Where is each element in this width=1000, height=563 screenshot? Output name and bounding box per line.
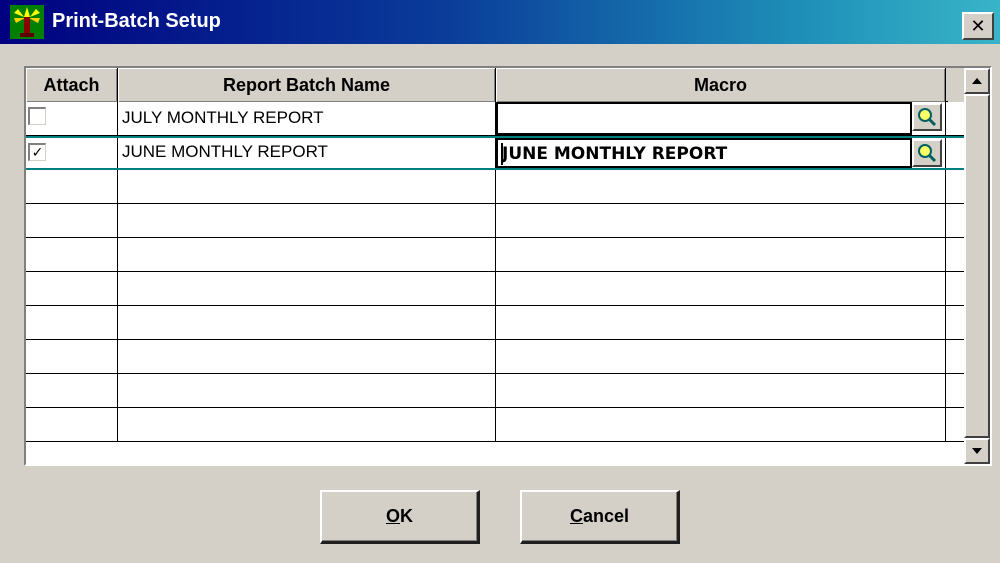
macro-lookup-button[interactable] <box>912 139 942 167</box>
attach-cell[interactable] <box>26 238 118 271</box>
batch-grid: Attach Report Batch Name Macro JULY MONT… <box>24 66 992 466</box>
empty-table-row[interactable] <box>26 306 964 340</box>
row-spacer-cell <box>946 272 964 305</box>
report-batch-name-cell[interactable] <box>118 272 496 305</box>
row-spacer-cell <box>946 138 964 168</box>
column-header-macro[interactable]: Macro <box>496 68 946 102</box>
scroll-up-button[interactable] <box>964 68 990 94</box>
tree-icon <box>10 5 44 39</box>
report-batch-name-cell[interactable] <box>118 374 496 407</box>
attach-cell[interactable] <box>26 374 118 407</box>
row-spacer-cell <box>946 340 964 373</box>
scroll-thumb[interactable] <box>964 94 990 438</box>
arrow-down-icon <box>972 448 982 454</box>
report-batch-name: JUNE MONTHLY REPORT <box>122 142 328 161</box>
row-spacer-cell <box>946 238 964 271</box>
table-row[interactable]: JULY MONTHLY REPORT <box>26 102 964 136</box>
macro-cell[interactable] <box>496 306 946 339</box>
macro-cell[interactable]: JUNE MONTHLY REPORT <box>496 138 946 168</box>
grid-body: JULY MONTHLY REPORT ✓ JUNE MONTHLY REPOR… <box>26 102 964 464</box>
cancel-button[interactable]: Cancel <box>520 490 680 544</box>
report-batch-name-cell[interactable] <box>118 238 496 271</box>
macro-cell[interactable] <box>496 170 946 203</box>
column-header-attach[interactable]: Attach <box>26 68 118 102</box>
cancel-label-rest: ancel <box>582 506 630 526</box>
row-spacer-cell <box>946 170 964 203</box>
macro-cell[interactable] <box>496 340 946 373</box>
ok-mnemonic: O <box>385 506 400 526</box>
empty-table-row[interactable] <box>26 408 964 442</box>
macro-cell[interactable] <box>496 238 946 271</box>
row-spacer-cell <box>946 408 964 441</box>
attach-cell[interactable] <box>26 340 118 373</box>
macro-field-active[interactable]: JUNE MONTHLY REPORT <box>496 138 912 168</box>
report-batch-name: JULY MONTHLY REPORT <box>122 108 324 127</box>
close-icon: ✕ <box>970 15 986 37</box>
table-row-selected[interactable]: ✓ JUNE MONTHLY REPORT JUNE MONTHLY REPOR… <box>26 136 964 170</box>
macro-cell[interactable] <box>496 272 946 305</box>
macro-value: JUNE MONTHLY REPORT <box>502 144 728 164</box>
report-batch-name-cell[interactable]: JULY MONTHLY REPORT <box>118 102 496 135</box>
macro-cell[interactable] <box>496 102 946 135</box>
attach-cell[interactable] <box>26 102 118 135</box>
report-batch-name-cell[interactable] <box>118 306 496 339</box>
cancel-mnemonic: C <box>569 506 583 526</box>
macro-field[interactable] <box>496 102 912 135</box>
empty-table-row[interactable] <box>26 238 964 272</box>
report-batch-name-cell[interactable] <box>118 170 496 203</box>
ok-label-rest: K <box>400 506 413 526</box>
empty-table-row[interactable] <box>26 340 964 374</box>
attach-cell[interactable] <box>26 272 118 305</box>
macro-cell[interactable] <box>496 204 946 237</box>
magnifier-icon <box>918 108 937 127</box>
macro-lookup-button[interactable] <box>912 103 942 131</box>
report-batch-name-cell[interactable]: JUNE MONTHLY REPORT <box>118 138 496 168</box>
macro-cell[interactable] <box>496 408 946 441</box>
attach-cell[interactable] <box>26 204 118 237</box>
attach-checkbox[interactable] <box>28 107 46 125</box>
row-spacer-cell <box>946 374 964 407</box>
empty-table-row[interactable] <box>26 170 964 204</box>
empty-table-row[interactable] <box>26 204 964 238</box>
column-header-report-batch-name[interactable]: Report Batch Name <box>118 68 496 102</box>
grid-header: Attach Report Batch Name Macro <box>26 68 948 102</box>
report-batch-name-cell[interactable] <box>118 204 496 237</box>
ok-button[interactable]: OK <box>320 490 480 544</box>
report-batch-name-cell[interactable] <box>118 408 496 441</box>
row-spacer-cell <box>946 204 964 237</box>
row-spacer-cell <box>946 102 964 135</box>
vertical-scrollbar[interactable] <box>964 68 990 464</box>
scroll-down-button[interactable] <box>964 438 990 464</box>
window-title: Print-Batch Setup <box>52 10 221 32</box>
close-button[interactable]: ✕ <box>962 12 994 40</box>
print-batch-setup-window: Print-Batch Setup ✕ Attach Report Batch … <box>0 0 1000 563</box>
arrow-up-icon <box>972 78 982 84</box>
attach-cell[interactable]: ✓ <box>26 138 118 168</box>
magnifier-icon <box>918 144 937 163</box>
macro-cell[interactable] <box>496 374 946 407</box>
title-bar[interactable]: Print-Batch Setup ✕ <box>0 0 1000 44</box>
attach-cell[interactable] <box>26 408 118 441</box>
empty-table-row[interactable] <box>26 374 964 408</box>
row-spacer-cell <box>946 306 964 339</box>
empty-table-row[interactable] <box>26 272 964 306</box>
report-batch-name-cell[interactable] <box>118 340 496 373</box>
attach-checkbox[interactable]: ✓ <box>28 143 46 161</box>
attach-cell[interactable] <box>26 306 118 339</box>
attach-cell[interactable] <box>26 170 118 203</box>
